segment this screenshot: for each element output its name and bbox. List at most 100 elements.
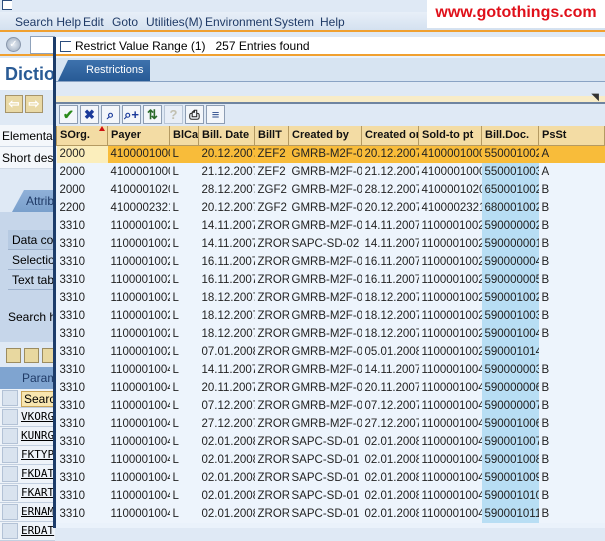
- table-row[interactable]: 22004100002321L20.12.2007ZGF2GMRB-M2F-05…: [56, 199, 605, 217]
- cell-doc[interactable]: 590001014: [481, 343, 539, 361]
- cell-payer[interactable]: 1100001004: [107, 397, 170, 415]
- cell-doc[interactable]: 590000004: [481, 253, 539, 271]
- cell-createdon[interactable]: 28.12.2007: [361, 181, 419, 199]
- table-row[interactable]: 20004100001020L28.12.2007ZGF2GMRB-M2F-09…: [56, 181, 605, 199]
- cell-psst[interactable]: B: [538, 433, 605, 451]
- cell-doc[interactable]: 650001002: [481, 181, 539, 199]
- cell-billt[interactable]: ZROR: [254, 433, 289, 451]
- cell-createdby[interactable]: GMRB-M2F-05: [288, 163, 362, 181]
- cell-psst[interactable]: B: [538, 361, 605, 379]
- cell-blcat[interactable]: L: [169, 487, 199, 505]
- cell-psst[interactable]: [538, 343, 605, 361]
- restrictions-collapse-bar[interactable]: ◥: [56, 92, 605, 104]
- column-header-soldto[interactable]: Sold-to pt: [418, 126, 482, 146]
- cell-blcat[interactable]: L: [169, 181, 199, 199]
- column-header-payer[interactable]: Payer: [107, 126, 170, 146]
- cell-sorg[interactable]: 3310: [56, 343, 108, 361]
- cell-psst[interactable]: A: [538, 145, 605, 163]
- cell-blcat[interactable]: L: [169, 397, 199, 415]
- dialog-menu-icon[interactable]: [60, 41, 71, 52]
- cell-doc[interactable]: 590001007: [481, 433, 539, 451]
- cell-psst[interactable]: B: [538, 289, 605, 307]
- row-selector[interactable]: [2, 390, 18, 406]
- cell-billt[interactable]: ZROR: [254, 469, 289, 487]
- cell-blcat[interactable]: L: [169, 433, 199, 451]
- cell-createdon[interactable]: 16.11.2007: [361, 253, 419, 271]
- cell-psst[interactable]: A: [538, 163, 605, 181]
- cell-payer[interactable]: 1100001004: [107, 505, 170, 523]
- cell-sorg[interactable]: 3310: [56, 379, 108, 397]
- cell-sorg[interactable]: 3310: [56, 361, 108, 379]
- column-header-createdby[interactable]: Created by: [288, 126, 362, 146]
- cell-blcat[interactable]: L: [169, 325, 199, 343]
- cell-createdon[interactable]: 02.01.2008: [361, 433, 419, 451]
- cell-soldto[interactable]: 1100001002: [418, 253, 482, 271]
- column-header-psst[interactable]: PsSt: [538, 126, 605, 146]
- cell-payer[interactable]: 1100001002: [107, 235, 170, 253]
- cell-billt[interactable]: ZROR: [254, 361, 289, 379]
- cell-payer[interactable]: 1100001004: [107, 487, 170, 505]
- table-row[interactable]: 33101100001004L27.12.2007ZRORGMRB-M2F-05…: [56, 415, 605, 433]
- table-row[interactable]: 33101100001004L14.11.2007ZRORGMRB-M2F-07…: [56, 361, 605, 379]
- cell-billt[interactable]: ZROR: [254, 505, 289, 523]
- cell-blcat[interactable]: L: [169, 415, 199, 433]
- cell-billdate[interactable]: 20.12.2007: [198, 199, 255, 217]
- cell-billt[interactable]: ZROR: [254, 397, 289, 415]
- cell-billdate[interactable]: 18.12.2007: [198, 307, 255, 325]
- cell-billdate[interactable]: 02.01.2008: [198, 469, 255, 487]
- table-row[interactable]: 33101100001002L14.11.2007ZRORGMRB-M2F-05…: [56, 217, 605, 235]
- cell-blcat[interactable]: L: [169, 145, 199, 163]
- tab-attributes[interactable]: Attributes: [12, 190, 55, 212]
- cell-doc[interactable]: 550001003: [481, 163, 539, 181]
- cell-createdby[interactable]: GMRB-M2F-07: [288, 307, 362, 325]
- cell-payer[interactable]: 4100001020: [107, 181, 170, 199]
- cell-billt[interactable]: ZROR: [254, 235, 289, 253]
- table-row[interactable]: 33101100001002L18.12.2007ZRORGMRB-M2F-07…: [56, 325, 605, 343]
- cell-sorg[interactable]: 3310: [56, 415, 108, 433]
- parameter-row[interactable]: FKDAT: [0, 465, 55, 484]
- collapse-icon[interactable]: ◥: [591, 92, 599, 103]
- cell-soldto[interactable]: 1100001002: [418, 325, 482, 343]
- cell-createdon[interactable]: 18.12.2007: [361, 307, 419, 325]
- cell-blcat[interactable]: L: [169, 253, 199, 271]
- cell-billdate[interactable]: 18.12.2007: [198, 325, 255, 343]
- cell-createdby[interactable]: SAPC-SD-01: [288, 469, 362, 487]
- cell-createdon[interactable]: 14.11.2007: [361, 361, 419, 379]
- cell-sorg[interactable]: 3310: [56, 271, 108, 289]
- cell-payer[interactable]: 1100001004: [107, 379, 170, 397]
- cell-doc[interactable]: 550001002: [481, 145, 539, 163]
- cell-billt[interactable]: ZGF2: [254, 199, 289, 217]
- cell-psst[interactable]: B: [538, 253, 605, 271]
- cell-blcat[interactable]: L: [169, 307, 199, 325]
- table-row[interactable]: 33101100001002L18.12.2007ZRORGMRB-M2F-07…: [56, 307, 605, 325]
- cell-doc[interactable]: 590001009: [481, 469, 539, 487]
- menu-goto[interactable]: Goto: [112, 15, 138, 29]
- parameter-row[interactable]: Search: [0, 389, 66, 408]
- cell-billt[interactable]: ZROR: [254, 289, 289, 307]
- table-row[interactable]: 33101100001002L18.12.2007ZRORGMRB-M2F-07…: [56, 289, 605, 307]
- column-header-blcat[interactable]: BlCat: [169, 126, 199, 146]
- cell-blcat[interactable]: L: [169, 217, 199, 235]
- cell-billt[interactable]: ZROR: [254, 253, 289, 271]
- cell-createdon[interactable]: 02.01.2008: [361, 487, 419, 505]
- parameter-row[interactable]: FKART: [0, 484, 55, 503]
- cell-createdby[interactable]: GMRB-M2F-07: [288, 271, 362, 289]
- cell-payer[interactable]: 1100001002: [107, 289, 170, 307]
- cell-billdate[interactable]: 07.12.2007: [198, 397, 255, 415]
- table-row[interactable]: 3310 1100001004 L 02.01.2008 ZROR SAPC-SD-01 0…: [56, 433, 605, 451]
- cell-blcat[interactable]: L: [169, 235, 199, 253]
- cell-psst[interactable]: B: [538, 325, 605, 343]
- cell-billdate[interactable]: 02.01.2008: [198, 505, 255, 523]
- data-collection-group[interactable]: Data coll: [8, 230, 55, 250]
- cell-createdon[interactable]: 02.01.2008: [361, 451, 419, 469]
- column-header-billt[interactable]: BillT: [254, 126, 289, 146]
- cell-createdon[interactable]: 14.11.2007: [361, 217, 419, 235]
- cell-sorg[interactable]: 3310: [56, 469, 108, 487]
- cell-doc[interactable]: 590000001: [481, 235, 539, 253]
- cell-psst[interactable]: B: [538, 235, 605, 253]
- cell-payer[interactable]: 1100001002: [107, 307, 170, 325]
- cell-createdby[interactable]: GMRB-M2F-05: [288, 343, 362, 361]
- cell-createdby[interactable]: GMRB-M2F-07: [288, 325, 362, 343]
- cell-payer[interactable]: 4100001000: [107, 163, 170, 181]
- table-row[interactable]: 3310 1100001004 L 02.01.2008 ZROR SAPC-SD-01 0…: [56, 487, 605, 505]
